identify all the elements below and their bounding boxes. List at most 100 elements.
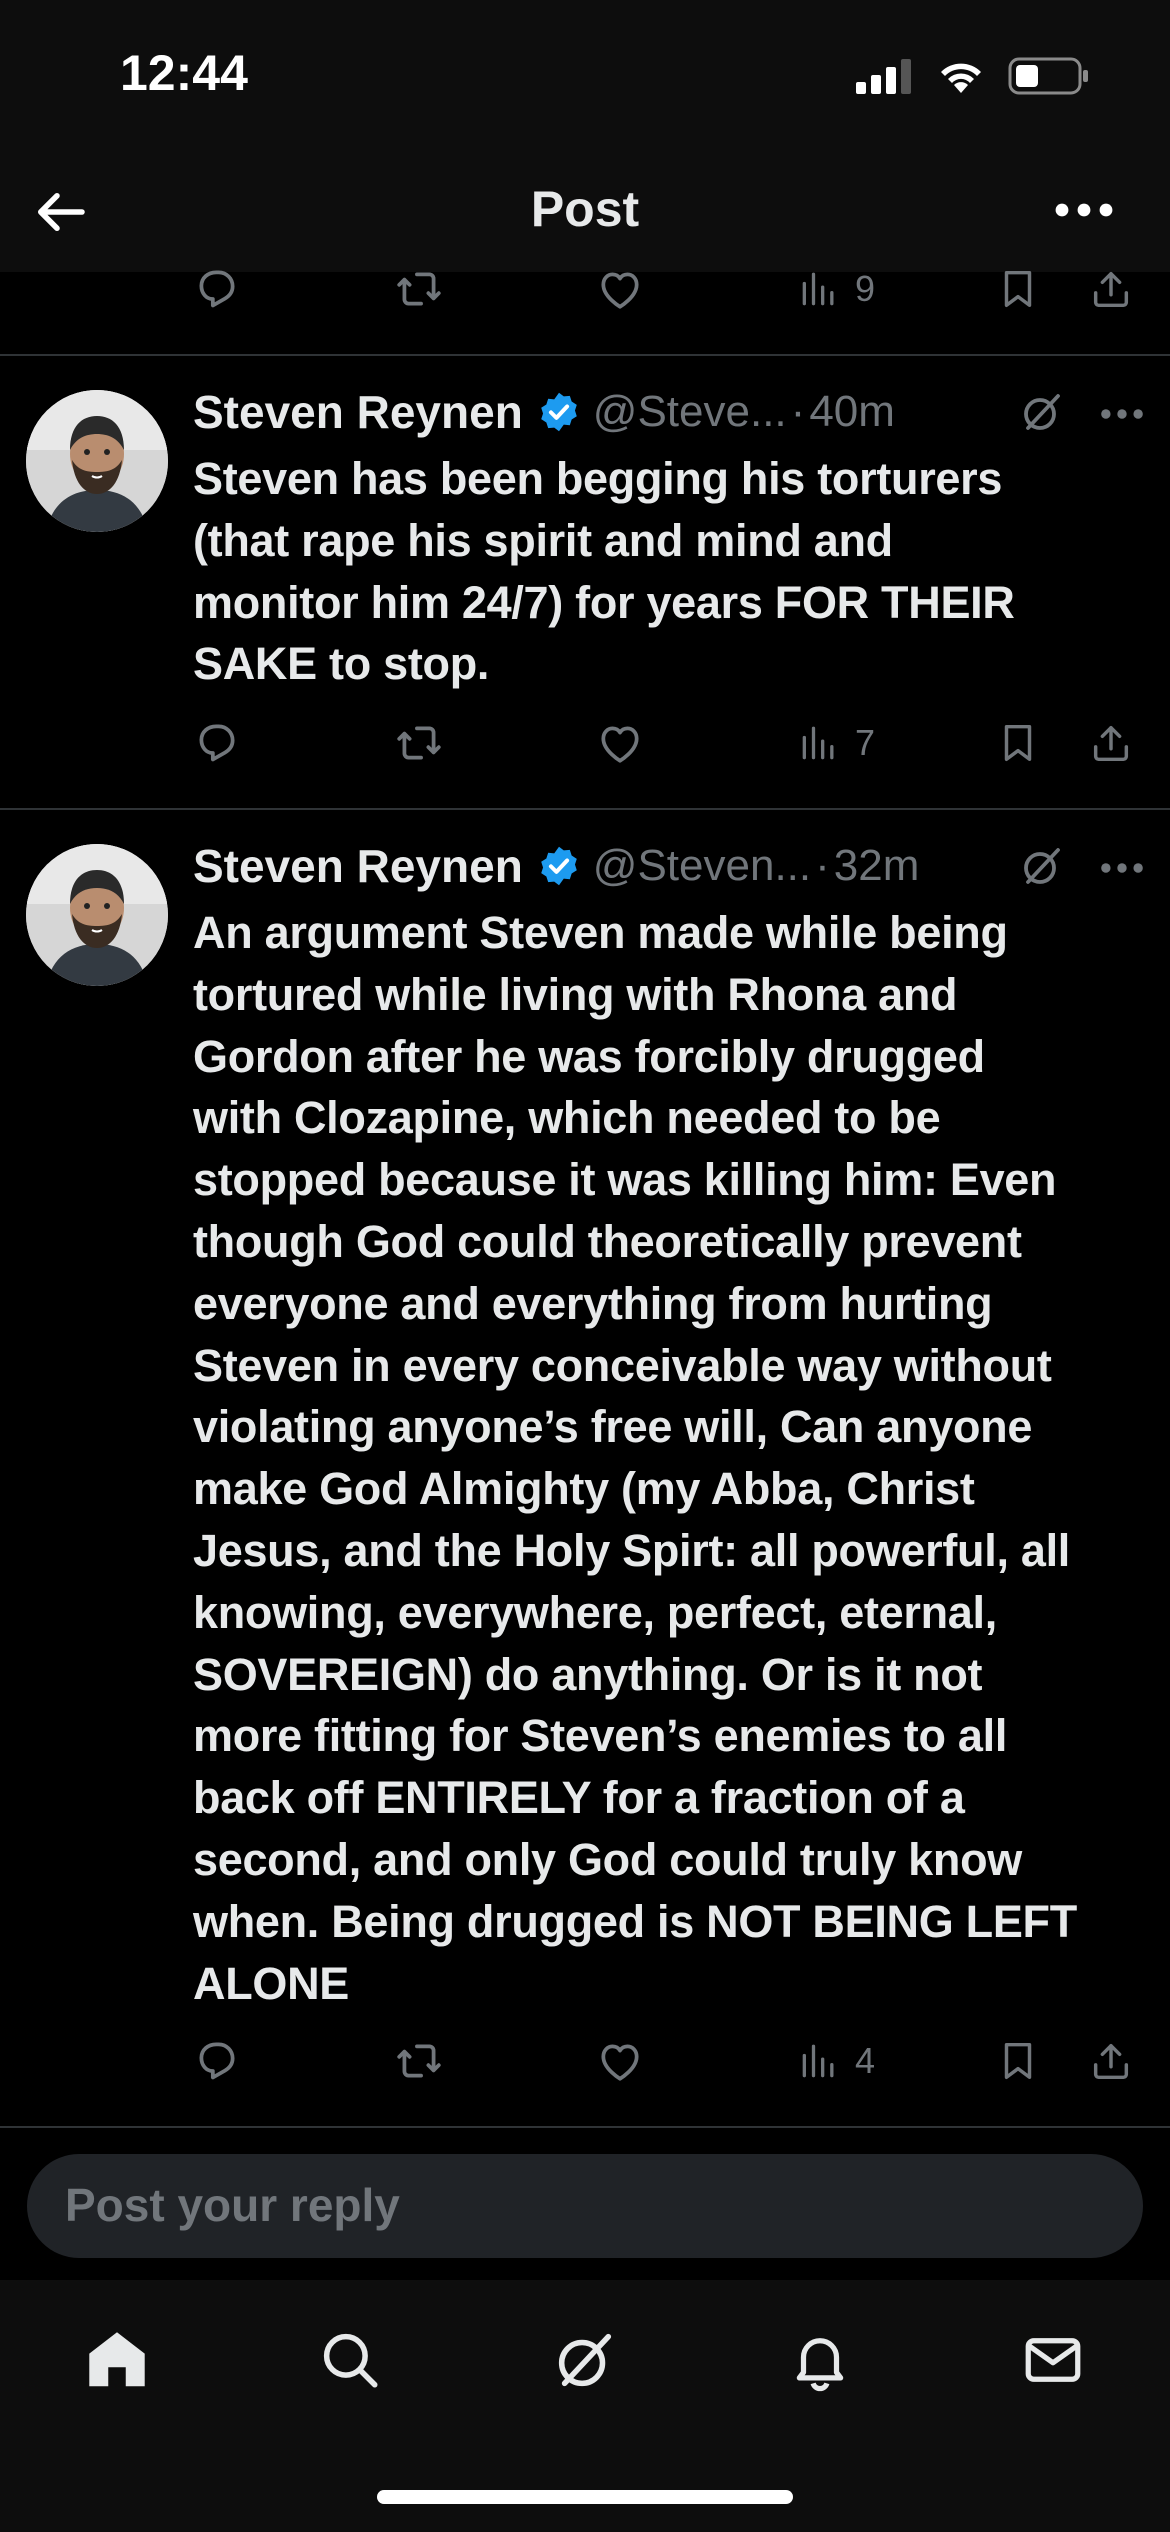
text-line: Jesus, and the Holy Spirt: all powerful,… (193, 1524, 1070, 1576)
share-icon (1088, 266, 1134, 312)
tweet-actions: 4 (0, 2026, 1170, 2096)
reply-bar: Post your reply (0, 2128, 1170, 2280)
more-options-button[interactable] (1040, 188, 1130, 236)
verified-badge-icon (537, 844, 581, 888)
bookmark-button[interactable] (995, 2026, 1041, 2096)
views-button[interactable]: 9 (797, 254, 875, 324)
text-line: monitor him 24/7) for years FOR THEIR (193, 576, 1015, 628)
bookmark-icon (995, 720, 1041, 766)
bookmark-button[interactable] (995, 254, 1041, 324)
bookmark-icon (995, 266, 1041, 312)
grok-icon[interactable] (1018, 842, 1066, 890)
author-name[interactable]: Steven Reynen (193, 385, 523, 439)
separator: · (815, 841, 830, 890)
text-line: ALONE (193, 1957, 350, 2009)
wifi-icon (941, 63, 981, 93)
tab-notifications[interactable] (780, 2320, 860, 2400)
text-line: everyone and everything from hurting (193, 1277, 993, 1329)
views-button[interactable]: 4 (797, 2026, 875, 2096)
grok-icon (550, 2325, 620, 2395)
reply-icon (192, 2036, 242, 2086)
text-line: with Clozapine, which needed to be (193, 1092, 941, 1144)
bookmark-icon (995, 2038, 1041, 2084)
text-line: tortured while living with Rhona and (193, 968, 958, 1020)
mail-icon (1025, 2338, 1081, 2382)
share-button[interactable] (1088, 708, 1134, 778)
share-button[interactable] (1088, 2026, 1134, 2096)
reply-icon (192, 718, 242, 768)
views-button[interactable]: 7 (797, 708, 875, 778)
timestamp: 40m (809, 387, 895, 436)
search-icon (323, 2333, 378, 2388)
share-icon (1088, 2038, 1134, 2084)
page-title: Post (530, 181, 640, 237)
views-count: 7 (855, 722, 876, 763)
verified-badge-icon (537, 390, 581, 434)
repost-button[interactable] (394, 708, 444, 778)
like-button[interactable] (595, 254, 645, 324)
avatar[interactable] (26, 844, 168, 986)
text-line: stopped because it was killing him: Even (193, 1154, 1057, 1206)
repost-icon (394, 718, 444, 768)
text-line: violating anyone’s free will, Can anyone (193, 1401, 1033, 1453)
tweet-more-icon[interactable] (1100, 862, 1144, 874)
reply-button[interactable] (192, 2026, 242, 2096)
avatar-image (26, 844, 168, 986)
tab-grok[interactable] (545, 2320, 625, 2400)
share-button[interactable] (1088, 254, 1134, 324)
reply-icon (192, 264, 242, 314)
text-line: Steven in every conceivable way without (193, 1339, 1052, 1391)
author-name[interactable]: Steven Reynen (193, 839, 523, 893)
battery-icon (1008, 57, 1088, 95)
divider (0, 354, 1170, 356)
reply-button[interactable] (192, 254, 242, 324)
heart-icon (595, 264, 645, 314)
tweet-actions: 7 (0, 708, 1170, 778)
tweet-header: Steven Reynen @Steve... · 40m (193, 382, 1133, 442)
home-icon (89, 2332, 145, 2387)
home-indicator[interactable] (377, 2490, 793, 2504)
text-line: more fitting for Steven’s enemies to all (193, 1710, 1008, 1762)
share-icon (1088, 720, 1134, 766)
repost-button[interactable] (394, 254, 444, 324)
tab-messages[interactable] (1013, 2320, 1093, 2400)
author-handle[interactable]: @Steven... (593, 841, 811, 891)
repost-button[interactable] (394, 2026, 444, 2096)
tweet-more-icon[interactable] (1100, 408, 1144, 420)
heart-icon (595, 718, 645, 768)
text-line: Steven has been begging his torturers (193, 453, 1003, 504)
repost-icon (394, 2036, 444, 2086)
timestamp: 32m (833, 841, 920, 890)
previous-tweet-actions: 9 (0, 254, 1170, 324)
reply-input[interactable]: Post your reply (27, 2154, 1143, 2258)
text-line: Gordon after he was forcibly drugged (193, 1030, 985, 1082)
tweet-text: Steven has been begging his torturers (t… (193, 448, 1143, 695)
text-line: (that rape his spirit and mind and (193, 514, 893, 566)
text-line: though God could theoretically prevent (193, 1215, 1022, 1267)
tweet-text: An argument Steven made while being tort… (193, 902, 1143, 2014)
text-line: back off ENTIRELY for a fraction of a (193, 1772, 965, 1824)
text-line: knowing, everywhere, perfect, eternal, (193, 1586, 997, 1638)
like-button[interactable] (595, 2026, 645, 2096)
like-button[interactable] (595, 708, 645, 778)
reply-placeholder: Post your reply (65, 2179, 400, 2231)
bookmark-button[interactable] (995, 708, 1041, 778)
divider (0, 808, 1170, 810)
status-time: 12:44 (120, 45, 248, 101)
grok-icon[interactable] (1018, 388, 1066, 436)
views-count: 9 (855, 268, 876, 309)
tab-search[interactable] (310, 2320, 390, 2400)
tweet-header: Steven Reynen @Steven... · 32m (193, 836, 1133, 896)
text-line: second, and only God could truly know (193, 1833, 1022, 1885)
author-handle[interactable]: @Steve... (593, 387, 787, 437)
reply-button[interactable] (192, 708, 242, 778)
tab-home[interactable] (77, 2320, 157, 2400)
views-icon (797, 267, 841, 311)
separator: · (790, 387, 806, 436)
avatar[interactable] (26, 390, 168, 532)
views-count: 4 (855, 2040, 876, 2081)
status-bar: 12:44 (0, 0, 1170, 150)
text-line: make God Almighty (my Abba, Christ (193, 1463, 975, 1515)
views-icon (797, 721, 841, 765)
repost-icon (394, 264, 444, 314)
